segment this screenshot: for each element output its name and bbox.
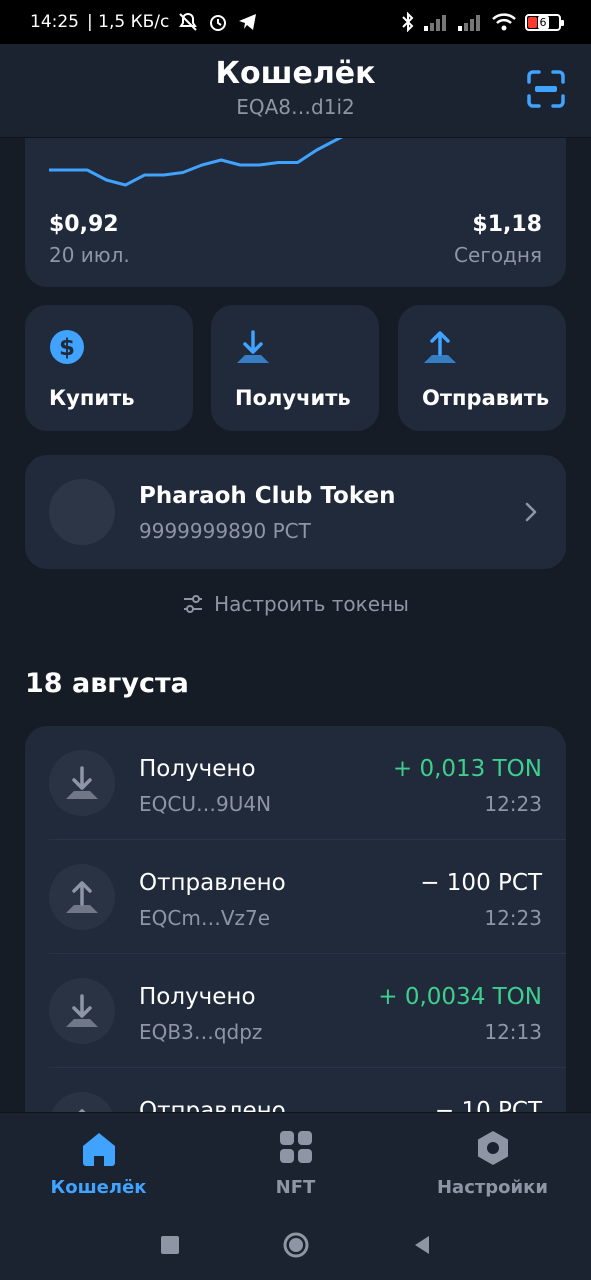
battery-icon: 6	[525, 13, 564, 31]
transaction-amount: + 0,013 TON	[392, 756, 542, 782]
chart-start-date: 20 июл.	[49, 243, 130, 267]
scan-icon	[527, 70, 565, 108]
sliders-icon	[184, 595, 203, 613]
scan-qr-button[interactable]	[527, 70, 565, 108]
transaction-row[interactable]: Отправлено EQCm…Vz7e − 100 PCT 12:23	[25, 840, 566, 954]
chevron-right-icon	[525, 502, 537, 522]
transaction-type: Получено	[139, 756, 256, 782]
transaction-row[interactable]: Получено EQB3…qdpz + 0,0034 TON 12:13	[25, 954, 566, 1068]
transaction-address: EQCU…9U4N	[139, 792, 272, 816]
transaction-time: 12:23	[484, 906, 542, 930]
page-title: Кошелёк	[215, 56, 376, 91]
telegram-icon	[237, 12, 259, 32]
gear-icon	[477, 1131, 508, 1165]
tab-nft-label: NFT	[275, 1177, 316, 1198]
app-header: Кошелёк EQA8…d1i2	[0, 44, 591, 138]
transaction-type: Отправлено	[139, 870, 286, 896]
receive-label: Получить	[235, 386, 351, 410]
back-button[interactable]	[411, 1234, 433, 1256]
signal-icon	[423, 13, 449, 31]
receive-button[interactable]: Получить	[211, 305, 379, 431]
transaction-type: Получено	[139, 984, 256, 1010]
transaction-time: 12:23	[484, 792, 542, 816]
alarm-icon	[207, 12, 229, 32]
chart-start-price: $0,92	[49, 212, 119, 237]
transaction-amount: − 100 PCT	[420, 870, 542, 896]
system-nav-bar	[0, 1210, 591, 1280]
chart-end-date: Сегодня	[454, 243, 542, 267]
send-label: Отправить	[422, 386, 550, 410]
send-button[interactable]: Отправить	[398, 305, 566, 431]
transactions-date-header: 18 августа	[25, 668, 189, 699]
mute-icon	[177, 12, 199, 32]
home-icon	[82, 1133, 115, 1166]
arrow-down-icon	[49, 750, 115, 816]
svg-text:$: $	[59, 335, 75, 361]
tab-nft[interactable]: NFT	[197, 1113, 394, 1210]
token-avatar	[49, 479, 115, 545]
transaction-row[interactable]: Получено EQCU…9U4N + 0,013 TON 12:23	[25, 726, 566, 840]
battery-level: 6	[537, 15, 549, 29]
transaction-address: EQCm…Vz7e	[139, 906, 271, 930]
tab-wallet-label: Кошелёк	[50, 1177, 147, 1198]
status-bar: 14:25 | 1,5 КБ/с 6	[0, 0, 591, 44]
buy-button[interactable]: $ Купить	[25, 305, 193, 431]
buy-label: Купить	[49, 386, 135, 410]
tab-settings[interactable]: Настройки	[394, 1113, 591, 1210]
transactions-list: Получено EQCU…9U4N + 0,013 TON 12:23 Отп…	[25, 726, 566, 1146]
status-network-speed: | 1,5 КБ/с	[87, 12, 170, 32]
bluetooth-icon	[401, 12, 415, 32]
recents-button[interactable]	[159, 1234, 181, 1256]
grid-icon	[279, 1131, 312, 1163]
token-name: Pharaoh Club Token	[139, 483, 396, 509]
token-item[interactable]: Pharaoh Club Token 9999999890 PCT	[25, 455, 566, 569]
arrow-up-icon	[424, 331, 456, 363]
wifi-icon	[491, 12, 517, 32]
home-button[interactable]	[281, 1230, 311, 1260]
configure-tokens-button[interactable]: Настроить токены	[0, 588, 591, 620]
arrow-up-icon	[49, 864, 115, 930]
arrow-down-icon	[237, 330, 269, 363]
price-series-line	[49, 128, 356, 187]
transaction-time: 12:13	[484, 1020, 542, 1044]
bottom-tab-bar: Кошелёк NFT Настройки	[0, 1112, 591, 1210]
transaction-address: EQB3…qdpz	[139, 1020, 263, 1044]
tab-settings-label: Настройки	[436, 1177, 548, 1198]
signal-icon	[457, 13, 483, 31]
chart-end-price: $1,18	[472, 212, 542, 237]
token-balance: 9999999890 PCT	[139, 519, 311, 543]
arrow-down-icon	[49, 978, 115, 1044]
configure-tokens-label: Настроить токены	[214, 592, 409, 616]
wallet-address[interactable]: EQA8…d1i2	[0, 95, 591, 119]
tab-wallet[interactable]: Кошелёк	[0, 1113, 197, 1210]
transaction-amount: + 0,0034 TON	[378, 984, 542, 1010]
status-time: 14:25	[30, 12, 79, 32]
dollar-icon: $	[50, 330, 84, 364]
